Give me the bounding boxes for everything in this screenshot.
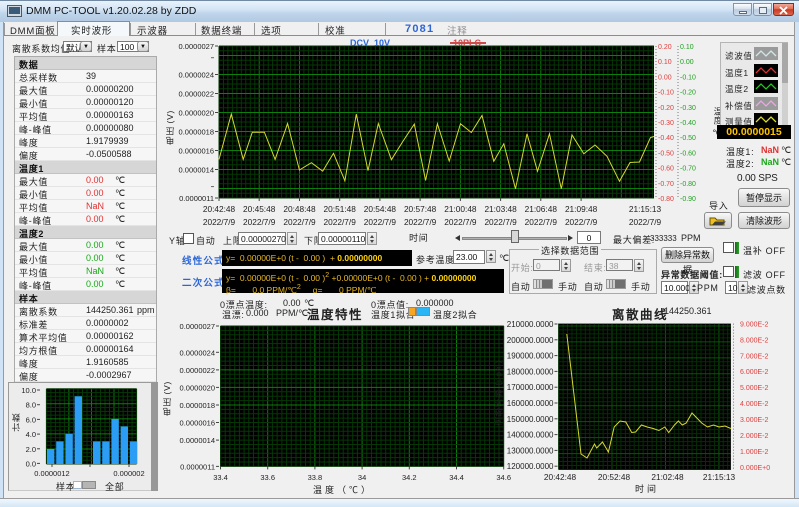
svg-text:21:02:48: 21:02:48: [651, 472, 684, 482]
svg-text:0.000E+0: 0.000E+0: [740, 465, 770, 472]
svg-text:150000.0000: 150000.0000: [507, 415, 554, 424]
svg-text:210000.0000: 210000.0000: [507, 320, 554, 329]
svg-text:8.000E-2: 8.000E-2: [740, 337, 769, 344]
svg-text:3.000E-2: 3.000E-2: [740, 417, 769, 424]
svg-text:200000.0000: 200000.0000: [507, 336, 554, 345]
svg-text:140000.0000: 140000.0000: [507, 431, 554, 440]
svg-text:180000.0000: 180000.0000: [507, 367, 554, 376]
svg-text:20:42:48: 20:42:48: [544, 472, 577, 482]
svg-text:21:15:13: 21:15:13: [703, 472, 736, 482]
svg-text:5.000E-2: 5.000E-2: [740, 385, 769, 392]
svg-text:2.000E-2: 2.000E-2: [740, 433, 769, 440]
svg-text:20:52:48: 20:52:48: [598, 472, 631, 482]
svg-text:7.000E-2: 7.000E-2: [740, 353, 769, 360]
svg-text:120000.0000: 120000.0000: [507, 462, 554, 471]
svg-text:9.000E-2: 9.000E-2: [740, 321, 769, 328]
svg-text:1.000E-2: 1.000E-2: [740, 449, 769, 456]
svg-text:190000.0000: 190000.0000: [507, 352, 554, 361]
svg-text:时间: 时间: [635, 483, 659, 494]
svg-text:6.000E-2: 6.000E-2: [740, 369, 769, 376]
svg-text:160000.0000: 160000.0000: [507, 399, 554, 408]
svg-text:4.000E-2: 4.000E-2: [740, 401, 769, 408]
svg-text:130000.0000: 130000.0000: [507, 446, 554, 455]
svg-text:170000.0000: 170000.0000: [507, 383, 554, 392]
